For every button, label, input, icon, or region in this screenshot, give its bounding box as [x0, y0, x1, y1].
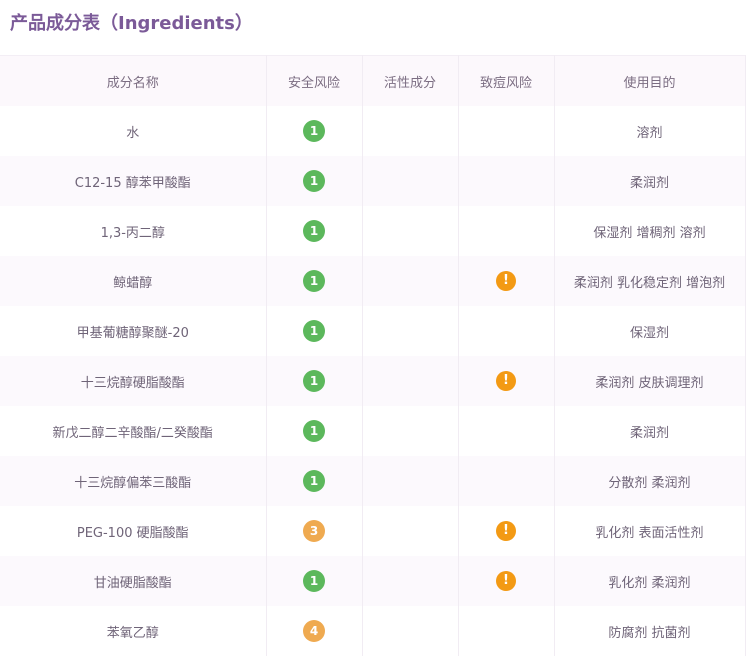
safety-risk-badge: 1	[303, 470, 325, 492]
table-row: 十三烷醇偏苯三酸酯 1 分散剂 柔润剂	[0, 456, 746, 506]
acne-warning-icon: !	[496, 371, 516, 391]
purpose: 分散剂 柔润剂	[554, 456, 746, 506]
table-header: 成分名称 安全风险 活性成分 致痘风险 使用目的	[0, 55, 746, 106]
ingredient-name: 1,3-丙二醇	[0, 206, 267, 256]
active-cell	[362, 206, 459, 256]
ingredient-name: PEG-100 硬脂酸酯	[0, 506, 267, 556]
safety-risk-badge: 1	[303, 320, 325, 342]
purpose: 柔润剂	[554, 156, 746, 206]
safety-risk-badge: 1	[303, 270, 325, 292]
acne-warning-icon: !	[496, 571, 516, 591]
purpose: 乳化剂 表面活性剂	[554, 506, 746, 556]
safety-risk-badge: 1	[303, 120, 325, 142]
header-active: 活性成分	[362, 55, 459, 106]
table-row: 水 1 溶剂	[0, 106, 746, 156]
acne-warning-icon: !	[496, 521, 516, 541]
purpose: 柔润剂 乳化稳定剂 增泡剂	[554, 256, 746, 306]
table-row: PEG-100 硬脂酸酯 3 ! 乳化剂 表面活性剂	[0, 506, 746, 556]
safety-risk-badge: 1	[303, 570, 325, 592]
table-row: 甲基葡糖醇聚醚-20 1 保湿剂	[0, 306, 746, 356]
active-cell	[362, 456, 459, 506]
ingredient-name: 鲸蜡醇	[0, 256, 267, 306]
ingredient-name: 水	[0, 106, 267, 156]
ingredients-table: 成分名称 安全风险 活性成分 致痘风险 使用目的 水 1 溶剂 C12-15 醇苯…	[0, 55, 746, 656]
ingredient-name: 甘油硬脂酸酯	[0, 556, 267, 606]
header-purpose: 使用目的	[554, 55, 746, 106]
header-name: 成分名称	[0, 55, 267, 106]
purpose: 保湿剂	[554, 306, 746, 356]
purpose: 乳化剂 柔润剂	[554, 556, 746, 606]
ingredient-name: C12-15 醇苯甲酸酯	[0, 156, 267, 206]
page-title: 产品成分表（Ingredients）	[0, 0, 756, 55]
active-cell	[362, 556, 459, 606]
header-safety-risk: 安全风险	[266, 55, 363, 106]
table-row: 甘油硬脂酸酯 1 ! 乳化剂 柔润剂	[0, 556, 746, 606]
acne-warning-icon: !	[496, 271, 516, 291]
active-cell	[362, 406, 459, 456]
purpose: 柔润剂	[554, 406, 746, 456]
active-cell	[362, 256, 459, 306]
ingredient-name: 新戊二醇二辛酸酯/二癸酸酯	[0, 406, 267, 456]
safety-risk-badge: 3	[303, 520, 325, 542]
purpose: 柔润剂 皮肤调理剂	[554, 356, 746, 406]
safety-risk-badge: 1	[303, 420, 325, 442]
safety-risk-badge: 1	[303, 220, 325, 242]
active-cell	[362, 606, 459, 656]
purpose: 保湿剂 增稠剂 溶剂	[554, 206, 746, 256]
ingredient-name: 十三烷醇硬脂酸酯	[0, 356, 267, 406]
ingredient-name: 苯氧乙醇	[0, 606, 267, 656]
safety-risk-badge: 4	[303, 620, 325, 642]
table-row: 1,3-丙二醇 1 保湿剂 增稠剂 溶剂	[0, 206, 746, 256]
active-cell	[362, 306, 459, 356]
active-cell	[362, 506, 459, 556]
active-cell	[362, 106, 459, 156]
ingredient-name: 甲基葡糖醇聚醚-20	[0, 306, 267, 356]
table-row: 鲸蜡醇 1 ! 柔润剂 乳化稳定剂 增泡剂	[0, 256, 746, 306]
safety-risk-badge: 1	[303, 170, 325, 192]
active-cell	[362, 356, 459, 406]
ingredient-name: 十三烷醇偏苯三酸酯	[0, 456, 267, 506]
active-cell	[362, 156, 459, 206]
purpose: 防腐剂 抗菌剂	[554, 606, 746, 656]
purpose: 溶剂	[554, 106, 746, 156]
table-row: C12-15 醇苯甲酸酯 1 柔润剂	[0, 156, 746, 206]
header-acne-risk: 致痘风险	[458, 55, 555, 106]
table-row: 十三烷醇硬脂酸酯 1 ! 柔润剂 皮肤调理剂	[0, 356, 746, 406]
table-row: 新戊二醇二辛酸酯/二癸酸酯 1 柔润剂	[0, 406, 746, 456]
table-row: 苯氧乙醇 4 防腐剂 抗菌剂	[0, 606, 746, 656]
safety-risk-badge: 1	[303, 370, 325, 392]
